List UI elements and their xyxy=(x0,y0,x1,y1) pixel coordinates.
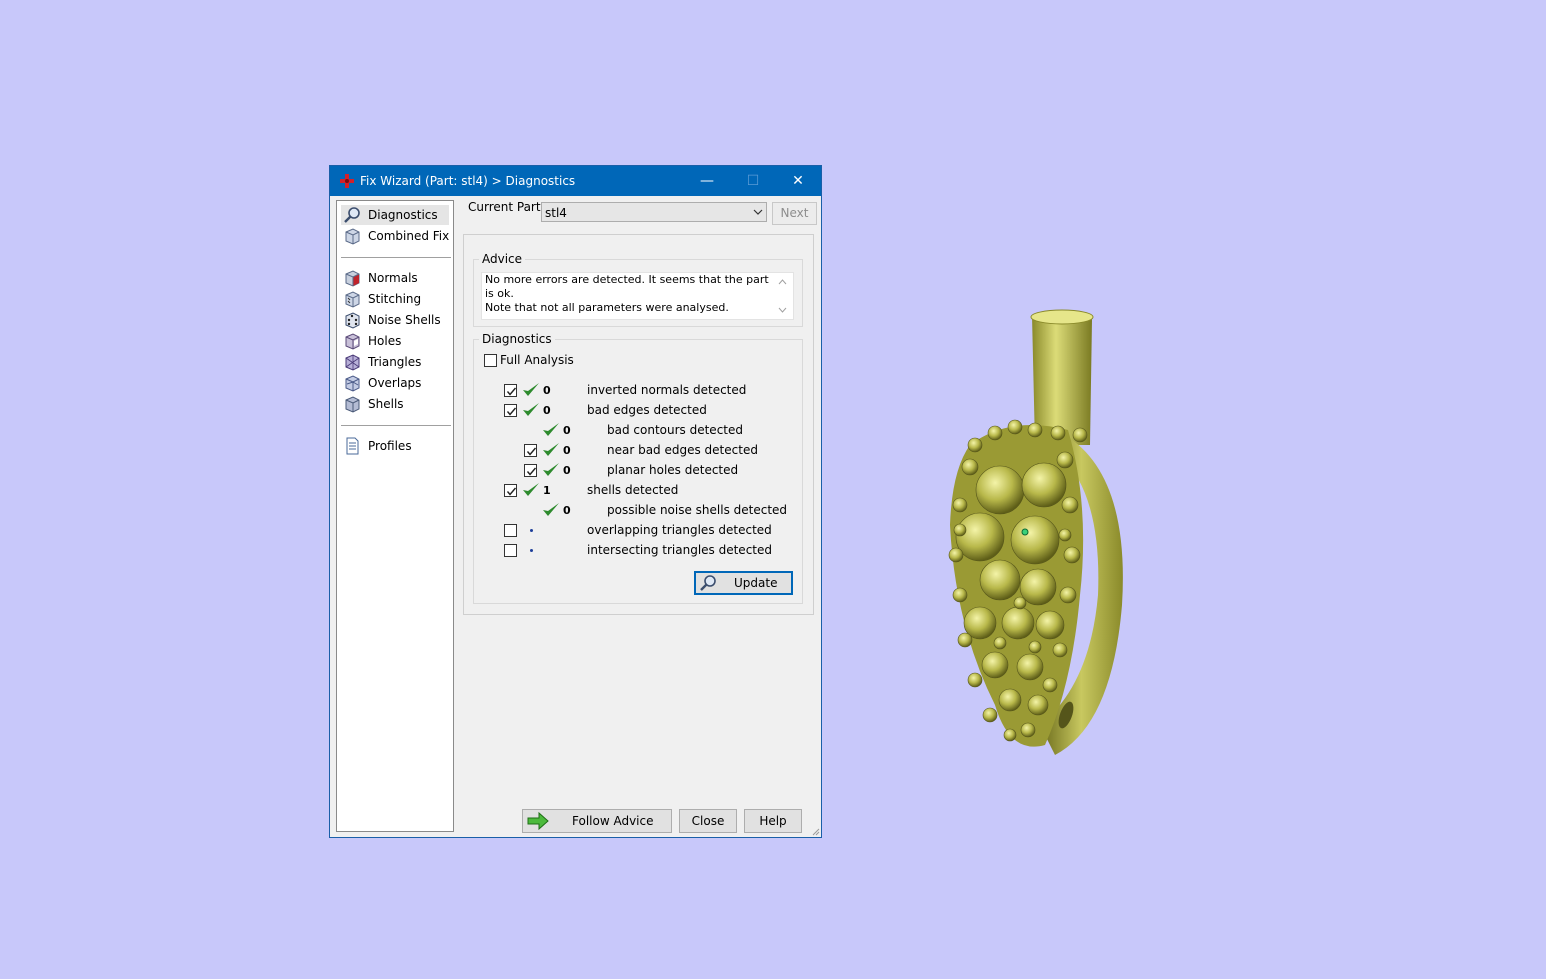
chevron-down-icon xyxy=(753,209,763,215)
diagnostic-checkbox[interactable] xyxy=(504,404,517,417)
green-check-icon xyxy=(542,462,560,478)
diagnostic-count: 0 xyxy=(543,404,551,417)
diagnostic-count: 0 xyxy=(563,424,571,437)
green-check-icon xyxy=(542,502,560,518)
green-check-icon xyxy=(522,482,540,498)
sidebar-item-label: Combined Fix xyxy=(368,229,450,243)
full-analysis-label: Full Analysis xyxy=(500,353,574,367)
sidebar-item-diagnostics[interactable]: Diagnostics xyxy=(341,205,449,225)
advice-title: Advice xyxy=(479,252,526,266)
diagnostic-label: bad edges detected xyxy=(587,403,707,417)
update-button-label: Update xyxy=(734,576,778,590)
cube-icon xyxy=(345,228,360,245)
diagnostic-label: bad contours detected xyxy=(607,423,743,437)
cube-red-face-icon xyxy=(345,270,360,287)
current-part-select[interactable]: stl4 xyxy=(541,202,767,222)
advice-line-1: No more errors are detected. It seems th… xyxy=(485,273,769,300)
sidebar-item-stitching[interactable]: Stitching xyxy=(341,289,449,309)
diagnostic-label: shells detected xyxy=(587,483,679,497)
diagnostic-count: 0 xyxy=(563,444,571,457)
sidebar-divider xyxy=(341,257,451,258)
follow-advice-button[interactable]: Follow Advice xyxy=(522,809,672,833)
resize-grip-icon[interactable] xyxy=(810,826,820,836)
magnifier-icon xyxy=(344,207,360,223)
sidebar-item-shells[interactable]: Shells xyxy=(341,394,449,414)
sidebar-item-noise-shells[interactable]: Noise Shells xyxy=(341,310,449,330)
triangles-icon xyxy=(345,354,360,371)
sidebar-item-label: Profiles xyxy=(368,439,412,453)
full-analysis-checkbox[interactable] xyxy=(484,354,497,367)
diagnostic-checkbox[interactable] xyxy=(504,384,517,397)
cube-hole-icon xyxy=(345,333,360,350)
current-part-label: Current Part: xyxy=(468,200,545,214)
scroll-up-icon[interactable] xyxy=(778,279,787,285)
diagnostic-checkbox[interactable] xyxy=(504,484,517,497)
dice-icon xyxy=(345,312,360,329)
next-button[interactable]: Next xyxy=(772,202,817,225)
magnifier-icon xyxy=(700,575,716,591)
sidebar-item-label: Stitching xyxy=(368,292,422,306)
sidebar-item-holes[interactable]: Holes xyxy=(341,331,449,351)
green-check-icon xyxy=(522,402,540,418)
sidebar-item-label: Holes xyxy=(368,334,402,348)
diagnostic-count: 0 xyxy=(563,464,571,477)
overlap-icon xyxy=(345,375,360,392)
sidebar-divider xyxy=(341,425,451,426)
help-button[interactable]: Help xyxy=(744,809,802,833)
fix-wizard-dialog: Fix Wizard (Part: stl4) > Diagnostics — … xyxy=(329,165,822,838)
sidebar-item-label: Noise Shells xyxy=(368,313,441,327)
diagnostic-label: possible noise shells detected xyxy=(607,503,788,517)
title-bar[interactable]: Fix Wizard (Part: stl4) > Diagnostics — … xyxy=(330,166,821,196)
cube-stitch-icon xyxy=(345,291,360,308)
app-logo-icon xyxy=(340,174,354,188)
shells-icon xyxy=(345,396,360,413)
advice-text: No more errors are detected. It seems th… xyxy=(485,273,775,315)
window-title: Fix Wizard (Part: stl4) > Diagnostics xyxy=(360,174,576,188)
diagnostic-label: near bad edges detected xyxy=(607,443,758,457)
sidebar-item-triangles[interactable]: Triangles xyxy=(341,352,449,372)
diagnostic-count: 1 xyxy=(543,484,551,497)
sidebar-item-label: Shells xyxy=(368,397,404,411)
close-button[interactable]: Close xyxy=(679,809,737,833)
sidebar-item-combined-fix[interactable]: Combined Fix xyxy=(341,226,449,246)
sidebar-item-label: Triangles xyxy=(368,355,422,369)
pending-dot-icon xyxy=(530,529,533,532)
current-part-value: stl4 xyxy=(545,206,567,220)
scroll-down-icon[interactable] xyxy=(778,307,787,313)
document-icon xyxy=(346,437,359,455)
arrow-right-icon xyxy=(527,812,549,830)
sidebar-item-profiles[interactable]: Profiles xyxy=(341,436,449,456)
ring-3d-model[interactable] xyxy=(940,305,1140,760)
update-button[interactable]: Update xyxy=(694,571,793,595)
maximize-button[interactable]: ☐ xyxy=(730,166,776,196)
diagnostic-count: 0 xyxy=(543,384,551,397)
diagnostic-label: intersecting triangles detected xyxy=(587,543,772,557)
diagnostic-label: inverted normals detected xyxy=(587,383,747,397)
green-check-icon xyxy=(542,422,560,438)
diagnostic-checkbox[interactable] xyxy=(504,544,517,557)
diagnostic-label: planar holes detected xyxy=(607,463,739,477)
diagnostic-count: 0 xyxy=(563,504,571,517)
advice-line-2: Note that not all parameters were analys… xyxy=(485,301,729,314)
wizard-sidebar: Diagnostics Combined Fix Normals Stitchi… xyxy=(336,200,454,832)
diagnostic-checkbox[interactable] xyxy=(524,464,537,477)
follow-advice-label: Follow Advice xyxy=(572,814,654,828)
advice-text-box: No more errors are detected. It seems th… xyxy=(481,272,794,320)
sidebar-item-label: Overlaps xyxy=(368,376,422,390)
diagnostic-checkbox[interactable] xyxy=(524,444,537,457)
sidebar-item-overlaps[interactable]: Overlaps xyxy=(341,373,449,393)
sidebar-item-normals[interactable]: Normals xyxy=(341,268,449,288)
green-check-icon xyxy=(522,382,540,398)
diagnostic-label: overlapping triangles detected xyxy=(587,523,772,537)
sidebar-item-label: Normals xyxy=(368,271,418,285)
green-check-icon xyxy=(542,442,560,458)
minimize-button[interactable]: — xyxy=(684,166,730,196)
diagnostics-title: Diagnostics xyxy=(479,332,555,346)
diagnostic-checkbox[interactable] xyxy=(504,524,517,537)
close-window-button[interactable]: ✕ xyxy=(775,166,821,196)
sidebar-item-label: Diagnostics xyxy=(368,208,438,222)
pending-dot-icon xyxy=(530,549,533,552)
